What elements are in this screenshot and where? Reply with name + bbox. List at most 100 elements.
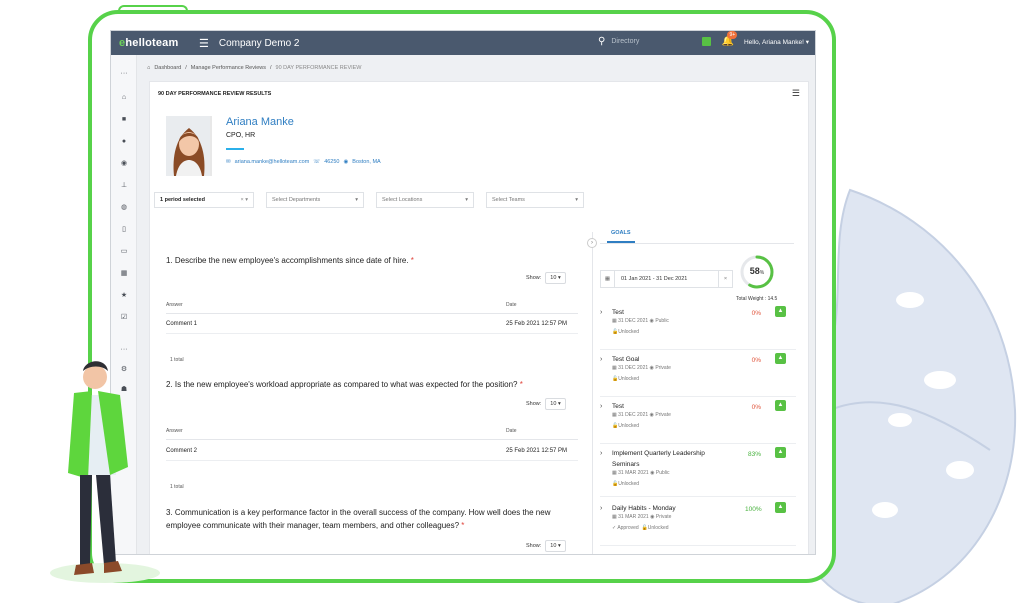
goal-action-icon[interactable]: ▲ (775, 400, 786, 411)
hamburger-menu-icon[interactable]: ☰ (199, 37, 209, 50)
dashboard-icon[interactable]: ■ (117, 115, 131, 125)
expand-chevron-icon[interactable]: › (600, 403, 602, 410)
goal-progress: 0% (751, 310, 761, 317)
goal-action-icon[interactable]: ▲ (775, 306, 786, 317)
breadcrumb-current: 90 DAY PERFORMANCE REVIEW (275, 65, 362, 71)
star-icon[interactable]: ★ (117, 291, 131, 301)
goal-name: Implement Quarterly Leadership Seminars (612, 450, 705, 468)
goal-meta: ▦ 31 DEC 2021 ◉ Private (612, 365, 671, 371)
goal-item[interactable]: › Test ▦ 31 DEC 2021 ◉ Private 🔓Unlocked 0% ▲ (600, 398, 796, 444)
directory-search[interactable]: ⚲ Directory (598, 36, 639, 47)
goals-date-range[interactable]: ▦ 01 Jan 2021 - 31 Dec 2021 × (600, 270, 733, 288)
expand-chevron-icon[interactable]: › (600, 309, 602, 316)
period-select[interactable]: 1 period selected × ▾ (154, 192, 254, 208)
review-results-card: 90 DAY PERFORMANCE REVIEW RESULTS ☰ Aria… (149, 81, 809, 554)
org-chart-icon[interactable]: ⊥ (117, 181, 131, 191)
departments-select[interactable]: Select Departments ▾ (266, 192, 364, 208)
notification-count-badge: 9+ (727, 31, 738, 39)
goal-name: Test (612, 309, 624, 316)
tab-goals[interactable]: GOALS (607, 230, 635, 243)
teams-select[interactable]: Select Teams ▾ (486, 192, 584, 208)
marketing-illustration: ehelloteam ☰ Company Demo 2 ⚲ Directory … (0, 0, 1024, 603)
user-menu[interactable]: Hello, Ariana Manke! ▾ (744, 38, 809, 46)
show-select[interactable]: 10 ▾ (545, 272, 566, 284)
home-icon[interactable]: ⌂ (117, 93, 131, 103)
breadcrumb-dashboard[interactable]: Dashboard (154, 65, 181, 71)
locations-select[interactable]: Select Locations ▾ (376, 192, 474, 208)
show-select[interactable]: 10 ▾ (545, 398, 566, 410)
goal-progress: 83% (747, 451, 761, 458)
profile-name[interactable]: Ariana Manke (226, 116, 294, 128)
search-icon: ⚲ (598, 36, 606, 47)
phone-icon: ☏ (313, 159, 321, 165)
goal-status: 🔓Unlocked (612, 376, 640, 382)
show-entries-1: Show: 10 ▾ (526, 272, 566, 284)
location-pin-icon[interactable]: ◉ (117, 159, 131, 169)
table-header: Answer Date (166, 428, 578, 440)
clear-date-icon[interactable]: × (718, 271, 732, 287)
company-name: Company Demo 2 (218, 37, 300, 49)
question-2: 2. Is the new employee's workload approp… (166, 380, 523, 389)
notifications-bell-icon[interactable]: 🔔 9+ (721, 31, 738, 47)
profile-location: Boston, MA (352, 159, 381, 165)
goal-meta: ▦ 31 DEC 2021 ◉ Public (612, 318, 669, 324)
top-bar: ehelloteam ☰ Company Demo 2 ⚲ Directory … (111, 31, 815, 55)
row-total: 1 total (170, 484, 184, 490)
show-entries-3: Show: 10 ▾ (526, 540, 566, 552)
more-dots-icon[interactable]: ··· (117, 69, 131, 79)
goal-meta: ▦ 31 MAR 2021 ◉ Public (612, 470, 670, 476)
goal-progress: 0% (751, 404, 761, 411)
checklist-icon[interactable]: ☑ (117, 313, 131, 323)
id-card-icon[interactable]: ▭ (117, 247, 131, 257)
show-select[interactable]: 10 ▾ (545, 540, 566, 552)
filter-bar: 1 period selected × ▾ Select Departments ▾… (154, 192, 584, 208)
goal-progress-value: 58% (749, 266, 765, 276)
goal-meta: ▦ 31 DEC 2021 ◉ Private (612, 412, 671, 418)
app-logo[interactable]: ehelloteam (111, 37, 178, 49)
expand-chevron-icon[interactable]: › (600, 356, 602, 363)
card-menu-icon[interactable]: ☰ (792, 88, 800, 99)
goal-name: Daily Habits - Monday (612, 505, 676, 512)
breadcrumb-manage-reviews[interactable]: Manage Performance Reviews (191, 65, 266, 71)
goal-action-icon[interactable]: ▲ (775, 447, 786, 458)
goal-name: Test Goal (612, 356, 640, 363)
panel-divider (592, 232, 593, 554)
profile-phone[interactable]: 46250 (324, 159, 339, 165)
goal-action-icon[interactable]: ▲ (775, 502, 786, 513)
expand-chevron-icon[interactable]: › (600, 505, 602, 512)
table-row: Comment 2 25 Feb 2021 12:57 PM (166, 448, 578, 461)
goal-status: ✓ Approved 🔓Unlocked (612, 525, 669, 531)
row-total: 1 total (170, 357, 184, 363)
expand-chevron-icon[interactable]: › (600, 450, 602, 457)
profile-divider (226, 148, 244, 150)
goal-item[interactable]: › Test Goal ▦ 31 DEC 2021 ◉ Private 🔓Unlock… (600, 351, 796, 397)
profile-icon[interactable]: ◍ (117, 203, 131, 213)
goal-meta: ▦ 31 MAR 2021 ◉ Private (612, 514, 672, 520)
goal-item[interactable]: › Implement Quarterly Leadership Seminars… (600, 445, 796, 497)
goal-action-icon[interactable]: ▲ (775, 353, 786, 364)
goal-status: 🔓Unlocked (612, 329, 640, 335)
collapse-panel-icon[interactable]: › (587, 238, 597, 248)
search-placeholder: Directory (611, 38, 640, 45)
goal-status: 🔓Unlocked (612, 481, 640, 487)
goal-item[interactable]: › Daily Habits - Monday ▦ 31 MAR 2021 ◉ Pr… (600, 500, 796, 546)
location-icon: ◉ (343, 159, 349, 165)
profile-role: CPO, HR (226, 132, 256, 139)
profile-email[interactable]: ariana.manke@helloteam.com (235, 159, 310, 165)
total-weight: Total Weight : 14.5 (736, 296, 778, 302)
home-icon[interactable]: ⌂ (147, 65, 150, 71)
person-icon[interactable]: ● (117, 137, 131, 147)
goal-status: 🔓Unlocked (612, 423, 640, 429)
card-title: 90 DAY PERFORMANCE REVIEW RESULTS (158, 91, 272, 97)
goal-item[interactable]: › Test ▦ 31 DEC 2021 ◉ Public 🔓Unlocked 0% ▲ (600, 304, 796, 350)
question-1: 1. Describe the new employee's accomplis… (166, 256, 414, 265)
goal-progress: 100% (745, 506, 762, 513)
more-dots-icon[interactable]: ··· (117, 345, 131, 355)
table-header: Answer Date (166, 302, 578, 314)
table-row: Comment 1 25 Feb 2021 12:57 PM (166, 321, 578, 334)
clipboard-icon[interactable]: ▯ (117, 225, 131, 235)
tab-underline (600, 243, 794, 244)
calendar-icon[interactable]: ▦ (117, 269, 131, 279)
status-indicator-icon[interactable] (702, 37, 712, 46)
breadcrumb: ⌂ Dashboard / Manage Performance Reviews /… (147, 65, 362, 71)
